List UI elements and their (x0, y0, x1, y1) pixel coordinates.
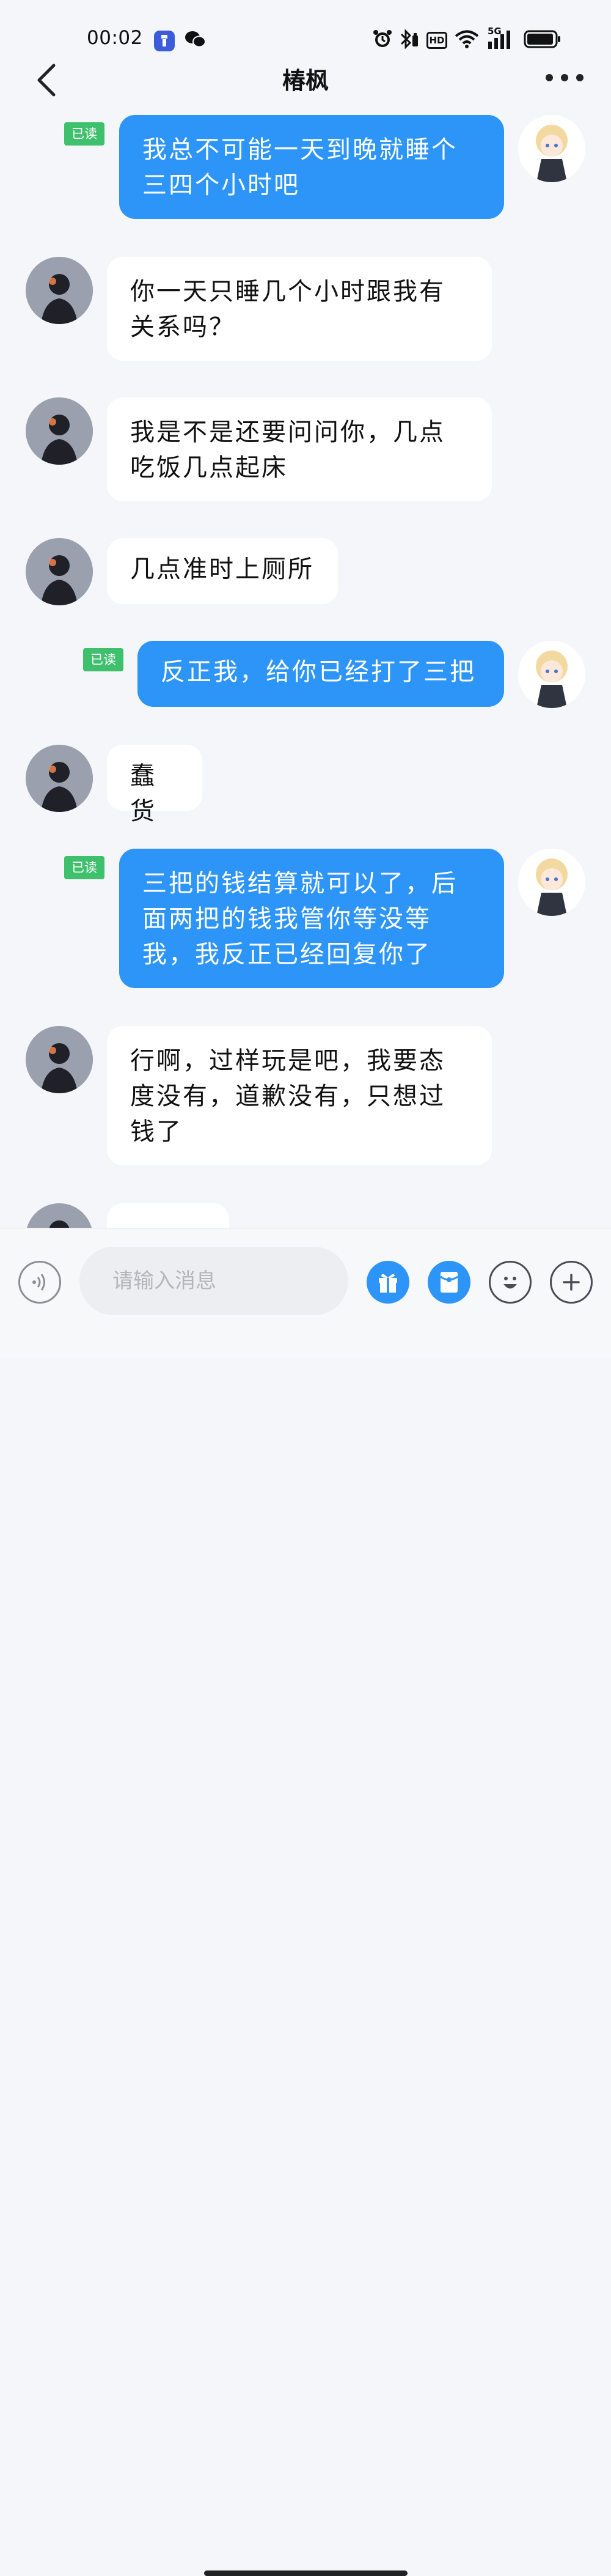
emoji-icon (503, 1277, 517, 1289)
more-dots-icon (546, 74, 553, 81)
contact-avatar[interactable] (26, 745, 93, 812)
message-row: 已读 我总不可能一天到晚就睡个三四个小时吧 (0, 115, 611, 225)
read-badge: 已读 (83, 648, 123, 671)
gift-icon (379, 1274, 397, 1293)
self-avatar[interactable] (518, 849, 585, 916)
bluetooth-battery-icon (398, 29, 420, 49)
message-row: 几点准时上厕所 (0, 538, 611, 611)
contact-avatar[interactable] (26, 1026, 93, 1093)
self-avatar[interactable] (518, 115, 585, 182)
message-input[interactable] (79, 1247, 348, 1315)
message-row: 我是不是还要问问你，几点吃饭几点起床 (0, 397, 611, 507)
message-bubble-other[interactable]: 几点准时上厕所 (107, 538, 338, 604)
plus-icon (563, 1274, 580, 1291)
message-bubble-other[interactable] (107, 1203, 229, 1229)
emoji-button[interactable] (489, 1261, 532, 1304)
more-options-button[interactable] (546, 72, 584, 84)
status-time: 00:02 (87, 27, 143, 49)
contact-avatar[interactable] (26, 257, 93, 324)
message-row: 蠢货 (0, 745, 611, 825)
wechat-icon (183, 29, 208, 49)
gift-button[interactable] (367, 1261, 409, 1304)
chat-title: 椿枫 (282, 67, 329, 94)
message-list[interactable]: 已读 我总不可能一天到晚就睡个三四个小时吧 你一天只睡几个小时跟我有关系吗？ 我… (0, 104, 611, 1229)
message-bubble-other[interactable]: 我是不是还要问问你，几点吃饭几点起床 (107, 397, 492, 501)
red-packet-icon (440, 1272, 458, 1293)
voice-button[interactable] (18, 1261, 61, 1304)
battery-icon (524, 29, 562, 49)
voice-icon (32, 1274, 45, 1291)
read-badge: 已读 (64, 122, 104, 146)
message-row: 已读 反正我，给你已经打了三把 (0, 641, 611, 714)
network-type-label: 5G (488, 26, 502, 37)
hd-icon: HD (426, 32, 447, 49)
read-badge: 已读 (64, 856, 104, 879)
contact-avatar[interactable] (26, 538, 93, 605)
message-row: 你一天只睡几个小时跟我有关系吗？ (0, 257, 611, 367)
contact-avatar[interactable] (26, 1203, 93, 1229)
message-bubble-other[interactable]: 你一天只睡几个小时跟我有关系吗？ (107, 257, 492, 361)
message-bubble-self[interactable]: 三把的钱结算就可以了，后面两把的钱我管你等没等我，我反正已经回复你了 (119, 849, 504, 988)
message-bubble-self[interactable]: 我总不可能一天到晚就睡个三四个小时吧 (119, 115, 504, 219)
message-bubble-other[interactable]: 蠢货 (107, 745, 202, 825)
cellular-signal-icon: 5G (486, 26, 517, 49)
wifi-icon (455, 29, 479, 49)
self-avatar[interactable] (518, 641, 585, 708)
message-bubble-self[interactable]: 反正我，给你已经打了三把 (137, 641, 504, 707)
message-bubble-other[interactable]: 行啊，过样玩是吧，我要态度没有，道歉没有，只想过钱了 (107, 1026, 492, 1165)
contact-avatar[interactable] (26, 397, 93, 465)
message-row: 已读 三把的钱结算就可以了，后面两把的钱我管你等没等我，我反正已经回复你了 (0, 849, 611, 995)
input-bar (0, 1228, 611, 2576)
flashlight-app-icon (154, 31, 175, 51)
nav-bar: 椿枫 (0, 58, 611, 101)
more-actions-button[interactable] (550, 1261, 593, 1304)
home-indicator[interactable] (204, 2570, 408, 2576)
message-row (0, 1203, 611, 1229)
message-row: 行啊，过样玩是吧，我要态度没有，道歉没有，只想过钱了 (0, 1026, 611, 1173)
red-packet-button[interactable] (428, 1261, 470, 1304)
alarm-icon (372, 29, 393, 49)
